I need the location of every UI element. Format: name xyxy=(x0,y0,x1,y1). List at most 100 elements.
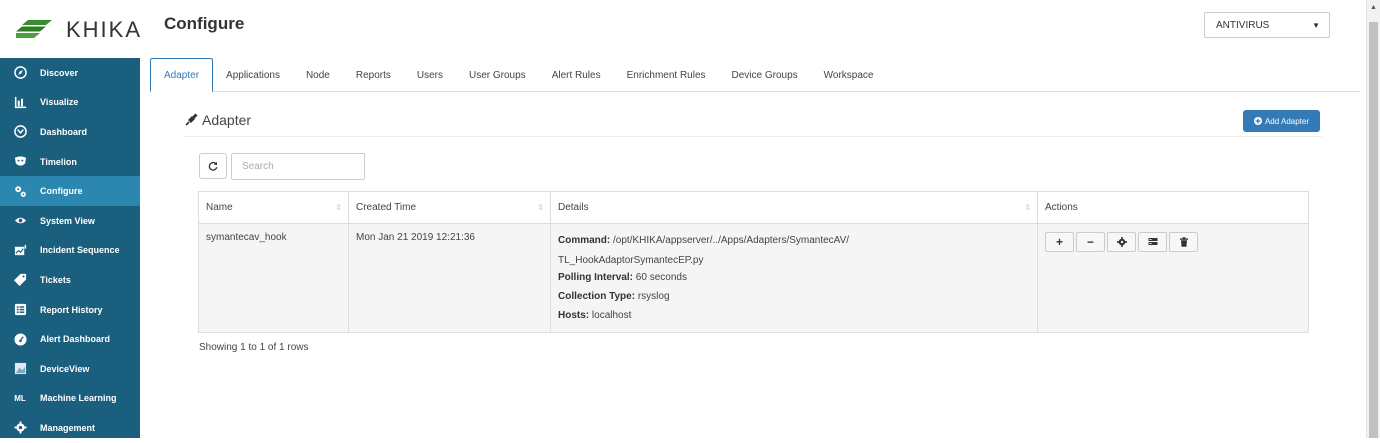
image-icon xyxy=(0,362,40,375)
device-type-select[interactable]: ANTIVIRUS ▼ xyxy=(1204,12,1330,38)
tab-adapter[interactable]: Adapter xyxy=(150,58,214,92)
detail-label: Command: xyxy=(558,235,611,246)
sidebar-item-system-view[interactable]: System View xyxy=(0,206,140,236)
cell-created-time: Mon Jan 21 2019 12:21:36 xyxy=(348,223,551,333)
divider xyxy=(184,136,1322,137)
tab-enrichment-rules[interactable]: Enrichment Rules xyxy=(614,58,719,92)
cell-actions: + − xyxy=(1037,223,1309,333)
tab-reports[interactable]: Reports xyxy=(343,58,404,92)
search-input[interactable] xyxy=(231,153,365,180)
brand-name: KHIKA xyxy=(66,17,143,42)
tab-workspace[interactable]: Workspace xyxy=(811,58,887,92)
sidebar-item-visualize[interactable]: Visualize xyxy=(0,88,140,118)
detail-value: /opt/KHIKA/appserver/../Apps/Adapters/Sy… xyxy=(613,235,850,246)
sidebar-item-tickets[interactable]: Tickets xyxy=(0,265,140,295)
scrollbar-thumb[interactable] xyxy=(1369,22,1378,438)
sidebar-item-alert-dashboard[interactable]: Alert Dashboard xyxy=(0,324,140,354)
plus-icon: + xyxy=(1055,235,1063,249)
sidebar-item-report-history[interactable]: Report History xyxy=(0,295,140,325)
detail-value: 60 seconds xyxy=(635,272,687,283)
sidebar-item-label: Configure xyxy=(40,186,83,197)
table-header-row: Name ⇕ Created Time ⇕ Details ⇕ Actions xyxy=(198,191,1309,224)
compass-icon xyxy=(0,66,40,80)
plus-circle-icon xyxy=(1253,117,1262,125)
row-actions: + − xyxy=(1045,232,1301,252)
trash-icon xyxy=(1179,237,1188,247)
logo-stripes-icon xyxy=(16,20,52,38)
detail-polling: Polling Interval: 60 seconds xyxy=(558,269,1030,286)
sidebar-item-label: Alert Dashboard xyxy=(40,334,111,345)
ml-icon: ML xyxy=(14,393,26,403)
detail-command: Command: /opt/KHIKA/appserver/../Apps/Ad… xyxy=(558,232,1030,249)
column-header-name[interactable]: Name ⇕ xyxy=(198,191,349,224)
bar-chart-icon xyxy=(0,96,40,109)
column-header-details[interactable]: Details ⇕ xyxy=(550,191,1038,224)
sidebar-item-timelion[interactable]: Timelion xyxy=(0,147,140,177)
column-label: Details xyxy=(558,202,589,213)
add-adapter-button[interactable]: Add Adapter xyxy=(1243,110,1320,132)
detail-value: rsyslog xyxy=(637,291,670,302)
detail-command-cont: TL_HookAdaptorSymantecEP.py xyxy=(558,255,704,266)
sidebar-item-configure[interactable]: Configure xyxy=(0,176,140,206)
sort-icon[interactable]: ⇕ xyxy=(1024,203,1031,212)
device-type-value: ANTIVIRUS xyxy=(1216,20,1270,31)
add-adapter-label: Add Adapter xyxy=(1264,116,1310,126)
shield-icon xyxy=(0,155,40,168)
sidebar-item-management[interactable]: Management xyxy=(0,413,140,443)
chart-doc-icon xyxy=(0,244,40,257)
sort-icon[interactable]: ⇕ xyxy=(537,203,544,212)
dashboard-icon xyxy=(0,125,40,139)
adapter-table: Name ⇕ Created Time ⇕ Details ⇕ Actions sym… xyxy=(198,191,1309,333)
vertical-scrollbar[interactable]: ▲ xyxy=(1366,0,1380,438)
column-label: Created Time xyxy=(356,202,417,213)
column-label: Actions xyxy=(1045,202,1078,213)
sidebar-item-label: Dashboard xyxy=(40,126,88,137)
column-label: Name xyxy=(206,202,233,213)
gear-icon xyxy=(1116,237,1127,247)
section-title-text: Adapter xyxy=(202,112,252,128)
detail-collection: Collection Type: rsyslog xyxy=(558,288,1030,305)
sidebar-item-label: System View xyxy=(40,215,95,226)
gear-icon xyxy=(0,421,40,434)
column-header-created-time[interactable]: Created Time ⇕ xyxy=(348,191,551,224)
plug-icon xyxy=(185,113,198,126)
tab-alert-rules[interactable]: Alert Rules xyxy=(539,58,614,92)
page-header: Configure ANTIVIRUS ▼ xyxy=(140,0,1366,58)
scroll-up-icon[interactable]: ▲ xyxy=(1370,4,1377,11)
detail-value: localhost xyxy=(591,310,632,321)
add-button[interactable]: + xyxy=(1045,232,1074,252)
detail-label: Polling Interval: xyxy=(558,272,634,283)
sidebar-item-incident-sequence[interactable]: Incident Sequence xyxy=(0,236,140,266)
server-icon xyxy=(1148,238,1157,245)
refresh-button[interactable] xyxy=(199,153,227,179)
sidebar-item-label: Visualize xyxy=(40,97,79,108)
config-tabs: Adapter Applications Node Reports Users … xyxy=(150,58,1360,92)
tab-node[interactable]: Node xyxy=(293,58,343,92)
tab-users[interactable]: Users xyxy=(404,58,456,92)
brand-logo[interactable]: KHIKA xyxy=(0,0,140,58)
sidebar-item-label: DeviceView xyxy=(40,363,90,374)
settings-button[interactable] xyxy=(1107,232,1136,252)
tab-applications[interactable]: Applications xyxy=(213,58,293,92)
refresh-icon xyxy=(208,161,218,171)
tab-device-groups[interactable]: Device Groups xyxy=(719,58,811,92)
remove-button[interactable]: − xyxy=(1076,232,1105,252)
sort-icon[interactable]: ⇕ xyxy=(335,203,342,212)
sidebar-item-label: Incident Sequence xyxy=(40,245,120,256)
sidebar-item-label: Timelion xyxy=(40,156,77,167)
sidebar-item-label: Machine Learning xyxy=(40,393,117,404)
column-header-actions: Actions xyxy=(1037,191,1309,224)
tab-user-groups[interactable]: User Groups xyxy=(456,58,539,92)
sidebar-item-dashboard[interactable]: Dashboard xyxy=(0,117,140,147)
details-button[interactable] xyxy=(1138,232,1167,252)
minus-icon: − xyxy=(1086,235,1094,249)
detail-hosts: Hosts: localhost xyxy=(558,307,1030,324)
sidebar-item-label: Management xyxy=(40,422,96,433)
sidebar: Discover Visualize Dashboard Timelion Co… xyxy=(0,58,140,438)
delete-button[interactable] xyxy=(1169,232,1198,252)
chevron-down-icon: ▼ xyxy=(1312,21,1320,30)
sidebar-item-deviceview[interactable]: DeviceView xyxy=(0,354,140,384)
sidebar-item-discover[interactable]: Discover xyxy=(0,58,140,88)
sidebar-item-machine-learning[interactable]: ML Machine Learning xyxy=(0,384,140,414)
detail-label: Hosts: xyxy=(558,310,590,321)
